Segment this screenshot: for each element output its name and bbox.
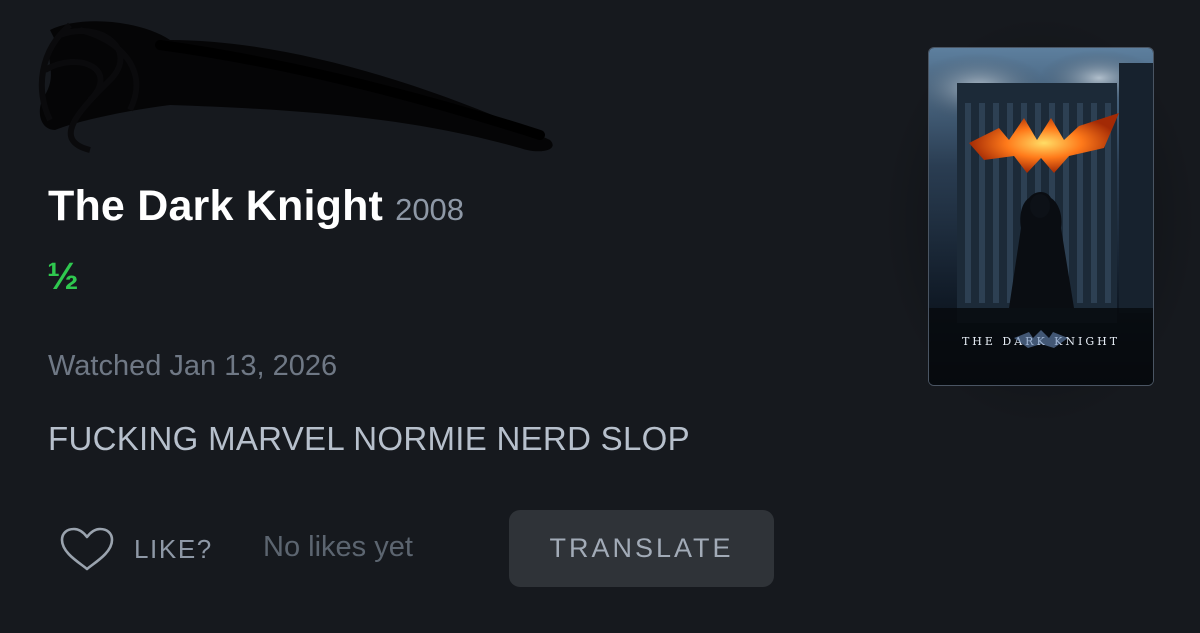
- star-rating: ½: [47, 256, 79, 298]
- like-label[interactable]: LIKE?: [134, 534, 213, 565]
- film-poster[interactable]: THE DARK KNIGHT: [928, 47, 1154, 386]
- film-year[interactable]: 2008: [395, 192, 464, 228]
- like-button[interactable]: LIKE?: [58, 527, 213, 571]
- translate-button[interactable]: TRANSLATE: [509, 510, 774, 587]
- watched-date: Watched Jan 13, 2026: [48, 350, 338, 382]
- film-title[interactable]: The Dark Knight: [48, 182, 383, 231]
- review-text: FUCKING MARVEL NORMIE NERD SLOP: [48, 420, 690, 457]
- redacted-username-scribble: [38, 21, 553, 153]
- heart-icon[interactable]: [58, 526, 116, 572]
- poster-artwork: THE DARK KNIGHT: [929, 48, 1153, 385]
- review-page: The Dark Knight 2008 ½ Watched Jan 13, 2…: [0, 0, 1200, 633]
- likes-status: No likes yet: [263, 531, 413, 563]
- film-title-row: The Dark Knight 2008: [48, 182, 464, 231]
